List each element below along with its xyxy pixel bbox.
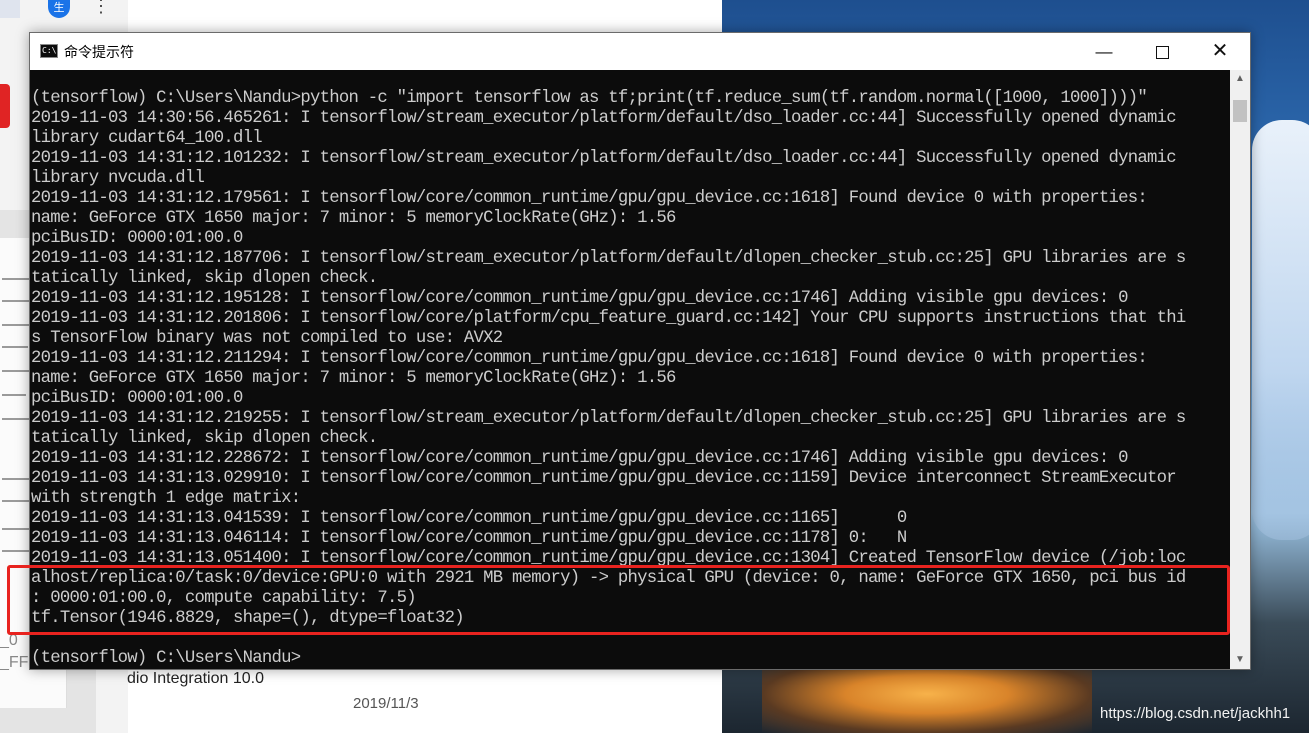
scroll-down-icon[interactable]: ▼ <box>1230 651 1250 669</box>
console-line: (tensorflow) C:\Users\Nandu>python -c "i… <box>31 89 1148 108</box>
background-text-integration: dio Integration 10.0 <box>127 670 264 687</box>
red-button-fragment[interactable] <box>0 84 10 128</box>
console-line: 2019-11-03 14:31:12.101232: I tensorflow… <box>31 149 1177 168</box>
console-line: library nvcuda.dll <box>31 169 205 188</box>
console-line: (tensorflow) C:\Users\Nandu> <box>31 649 301 668</box>
profile-avatar[interactable]: 生 <box>48 0 70 18</box>
console-line: name: GeForce GTX 1650 major: 7 minor: 5… <box>31 209 676 228</box>
close-button[interactable]: ✕ <box>1191 33 1249 70</box>
console-line: 2019-11-03 14:31:12.201806: I tensorflow… <box>31 309 1186 328</box>
console-line: 2019-11-03 14:31:12.219255: I tensorflow… <box>31 409 1186 428</box>
command-prompt-window[interactable]: C:\ 命令提示符 — ✕ (tensorflow) C:\Users\Nand… <box>29 32 1251 670</box>
maximize-button[interactable] <box>1133 33 1191 70</box>
cmd-app-icon[interactable]: C:\ <box>40 44 58 58</box>
console-line: alhost/replica:0/task:0/device:GPU:0 wit… <box>31 569 1186 588</box>
console-line: 2019-11-03 14:31:12.179561: I tensorflow… <box>31 189 1148 208</box>
console-line: : 0000:01:00.0, compute capability: 7.5) <box>31 589 417 608</box>
console-line: tf.Tensor(1946.8829, shape=(), dtype=flo… <box>31 609 465 628</box>
console-line: s TensorFlow binary was not compiled to … <box>31 329 503 348</box>
title-bar[interactable]: C:\ 命令提示符 — ✕ <box>30 33 1250 70</box>
console-line: name: GeForce GTX 1650 major: 7 minor: 5… <box>31 369 676 388</box>
console-line: 2019-11-03 14:31:12.195128: I tensorflow… <box>31 289 1128 308</box>
console-line: library cudart64_100.dll <box>31 129 263 148</box>
background-text-fragment: _0 <box>0 632 18 649</box>
watermark: https://blog.csdn.net/jackhh1 <box>1100 705 1291 722</box>
background-date: 2019/11/3 <box>353 695 419 712</box>
console-line: 2019-11-03 14:31:13.051400: I tensorflow… <box>31 549 1186 568</box>
close-icon: ✕ <box>1211 40 1229 62</box>
console-line: 2019-11-03 14:31:13.041539: I tensorflow… <box>31 509 907 528</box>
console-line: 2019-11-03 14:31:13.029910: I tensorflow… <box>31 469 1177 488</box>
console-line: 2019-11-03 14:31:12.187706: I tensorflow… <box>31 249 1186 268</box>
browser-tab-fragment[interactable] <box>0 0 20 18</box>
wallpaper-cloud <box>1252 120 1309 540</box>
vertical-scrollbar[interactable]: ▲ ▼ <box>1230 70 1250 669</box>
console-line: with strength 1 edge matrix: <box>31 489 301 508</box>
wallpaper-sunset <box>762 668 1092 733</box>
console-output[interactable]: (tensorflow) C:\Users\Nandu>python -c "i… <box>30 70 1230 669</box>
browser-menu-icon[interactable]: ⋮ <box>92 0 110 17</box>
console-line: 2019-11-03 14:30:56.465261: I tensorflow… <box>31 109 1177 128</box>
maximize-icon <box>1155 46 1169 60</box>
scroll-up-icon[interactable]: ▲ <box>1230 70 1250 88</box>
console-line: pciBusID: 0000:01:00.0 <box>31 229 243 248</box>
console-line: 2019-11-03 14:31:13.046114: I tensorflow… <box>31 529 907 548</box>
console-line: 2019-11-03 14:31:12.211294: I tensorflow… <box>31 349 1148 368</box>
console-line: pciBusID: 0000:01:00.0 <box>31 389 243 408</box>
minimize-button[interactable]: — <box>1075 33 1133 70</box>
minimize-icon: — <box>1095 42 1113 61</box>
scroll-thumb[interactable] <box>1233 100 1247 122</box>
console-line: tatically linked, skip dlopen check. <box>31 429 378 448</box>
console-line: 2019-11-03 14:31:12.228672: I tensorflow… <box>31 449 1128 468</box>
window-title: 命令提示符 <box>64 44 134 60</box>
console-line: tatically linked, skip dlopen check. <box>31 269 378 288</box>
